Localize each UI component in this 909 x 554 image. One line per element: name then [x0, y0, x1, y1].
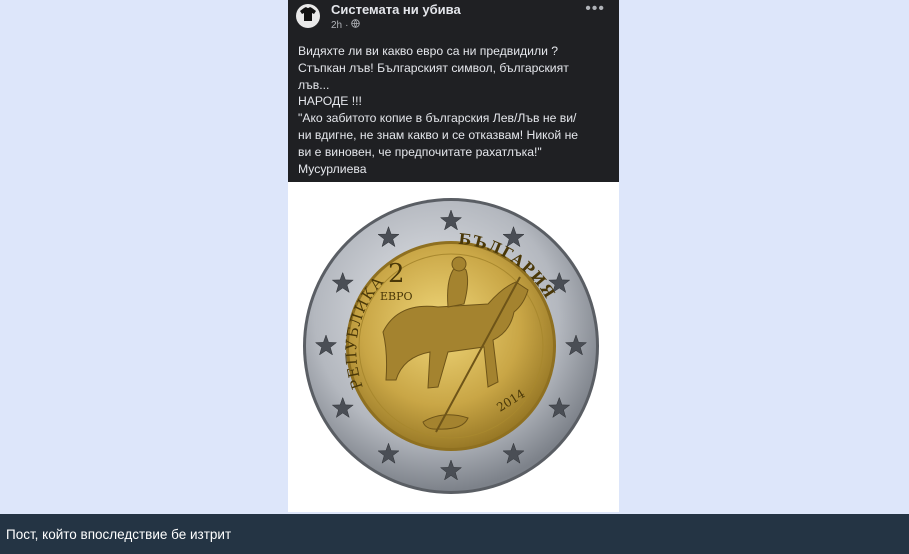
coin-image[interactable]: 2 ЕВРО РЕПУБЛИКА БЪЛГАРИЯ 2014: [288, 182, 619, 512]
facebook-post: Системата ни убива 2h · ••• Видяхте ли в…: [288, 0, 619, 512]
coin-currency: ЕВРО: [380, 290, 413, 303]
caption-text: Пост, който впоследствие бе изтрит: [6, 527, 232, 542]
avatar[interactable]: [296, 4, 320, 28]
post-text-line: Видяхте ли ви какво евро са ни предвидил…: [298, 44, 559, 58]
post-text-line: "Ако забитото копие в българския Лев/Лъв…: [298, 111, 577, 126]
post-text-line: НАРОДЕ !!!: [298, 94, 362, 109]
tshirt-icon: [300, 6, 316, 26]
meta-separator: ·: [345, 19, 349, 31]
page-name[interactable]: Системата ни убива: [331, 2, 461, 17]
post-text: Видяхте ли ви какво евро са ни предвидил…: [298, 43, 614, 177]
post-text-line: ви е виновен, че предпочитате рахатлъка!…: [298, 144, 542, 159]
post-timestamp[interactable]: 2h: [331, 20, 342, 31]
more-options-icon[interactable]: •••: [585, 0, 605, 18]
post-text-line: Стъпкан лъв! Българският символ, българс…: [298, 60, 569, 75]
post-text-line: Мусурлиева: [298, 161, 367, 176]
post-text-line: ни вдигне, не знам какво и се отказвам! …: [298, 127, 579, 142]
post-text-line: лъв...: [298, 77, 330, 92]
caption-bar: Пост, който впоследствие бе изтрит: [0, 514, 909, 554]
coin-denomination: 2: [388, 259, 405, 289]
post-meta: 2h ·: [331, 19, 361, 31]
post-header: Системата ни убива 2h · ••• Видяхте ли в…: [288, 0, 619, 182]
globe-icon: [351, 19, 361, 31]
